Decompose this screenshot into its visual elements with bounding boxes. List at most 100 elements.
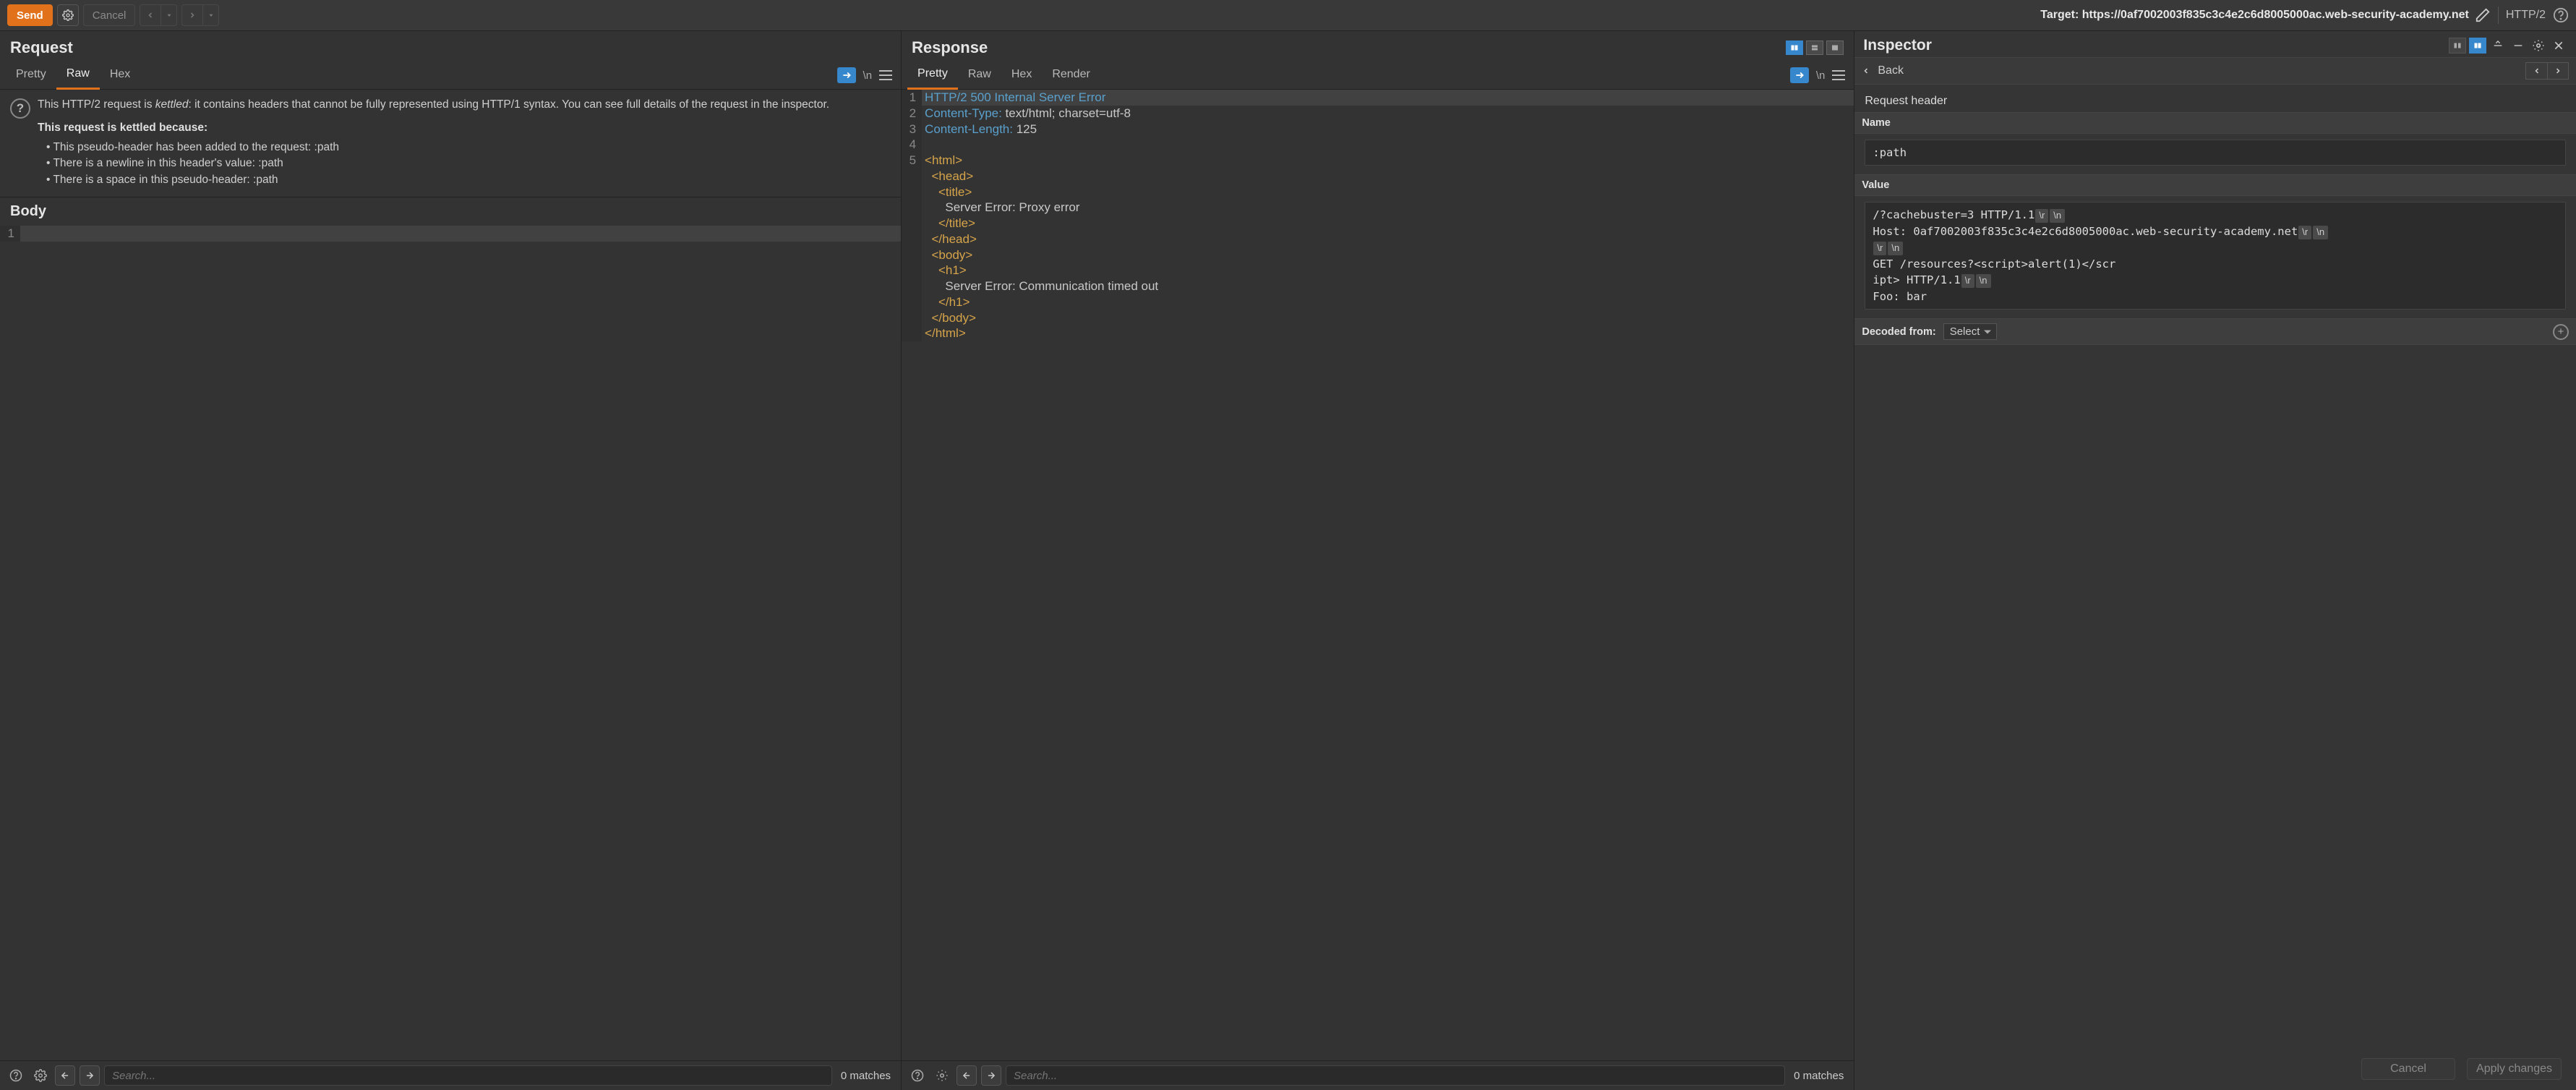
- name-input[interactable]: :path: [1865, 140, 2566, 166]
- tab-pretty[interactable]: Pretty: [6, 62, 56, 88]
- kettled-info: ? This HTTP/2 request is kettled: it con…: [0, 90, 901, 197]
- request-search-matches: 0 matches: [836, 1070, 895, 1082]
- caret-down-icon: [207, 12, 215, 19]
- layout-tabbed-button[interactable]: [1826, 41, 1844, 55]
- arrow-action-icon: [841, 70, 852, 80]
- help-button[interactable]: [907, 1065, 928, 1086]
- target-label: Target: https://0af7002003f835c3c4e2c6d8…: [2040, 9, 2469, 22]
- inspector-panel: Inspector Back Request header: [1854, 31, 2576, 1090]
- columns-icon: [2473, 41, 2483, 50]
- help-button[interactable]: [2553, 7, 2569, 23]
- help-circle-icon: [911, 1069, 924, 1082]
- actions-button[interactable]: [837, 67, 856, 83]
- response-footer: 0 matches: [902, 1060, 1854, 1090]
- editor-menu-button[interactable]: [1832, 69, 1845, 82]
- edit-target-button[interactable]: [2475, 7, 2491, 23]
- search-prev-button[interactable]: [55, 1065, 75, 1086]
- inspector-settings-button[interactable]: [2530, 38, 2547, 54]
- history-back-menu-button: [161, 4, 177, 26]
- history-back-button: [140, 4, 161, 26]
- arrow-right-icon: [85, 1070, 95, 1081]
- editor-menu-button[interactable]: [879, 69, 892, 82]
- top-toolbar: Send Cancel Target: https://0af7002003f8…: [0, 0, 2576, 31]
- tab-render[interactable]: Render: [1042, 62, 1100, 88]
- inspector-close-button[interactable]: [2550, 38, 2567, 54]
- gear-icon: [936, 1069, 949, 1082]
- name-header: Name: [1854, 112, 2576, 134]
- inspector-apply-button[interactable]: Apply changes: [2467, 1058, 2562, 1080]
- tab-hex[interactable]: Hex: [1001, 62, 1042, 88]
- inspector-layout-1-button[interactable]: [2449, 38, 2466, 54]
- search-prev-button[interactable]: [957, 1065, 977, 1086]
- inspector-back-button[interactable]: Back: [1862, 64, 1904, 77]
- chevron-right-icon: [2554, 66, 2562, 76]
- layout-stacked-button[interactable]: [1806, 41, 1823, 55]
- help-circle-icon: [9, 1069, 22, 1082]
- gear-icon: [62, 9, 74, 21]
- response-title: Response: [912, 38, 1786, 57]
- inspector-cancel-button[interactable]: Cancel: [2361, 1058, 2455, 1080]
- send-options-button[interactable]: [57, 4, 79, 26]
- help-circle-icon: [2553, 7, 2569, 23]
- inspector-section-label: Request header: [1865, 92, 2566, 112]
- search-next-button[interactable]: [981, 1065, 1001, 1086]
- gear-icon: [34, 1069, 47, 1082]
- actions-button[interactable]: [1790, 67, 1809, 83]
- help-button[interactable]: [6, 1065, 26, 1086]
- chevron-right-icon: [188, 11, 197, 20]
- decoded-from-row: Decoded from: Select +: [1854, 318, 2576, 345]
- kettle-reason: There is a newline in this header's valu…: [38, 156, 829, 171]
- response-panel: Response PrettyRawHexRender \n 1HTTP/2 5: [902, 31, 1854, 1090]
- layout-side-by-side-button[interactable]: [1786, 41, 1803, 55]
- caret-down-icon: [166, 12, 173, 19]
- search-next-button[interactable]: [80, 1065, 100, 1086]
- history-forward-button: [181, 4, 203, 26]
- collapse-button[interactable]: [2509, 38, 2527, 54]
- gear-icon: [2532, 39, 2545, 52]
- tab-raw[interactable]: Raw: [56, 61, 100, 90]
- tab-hex[interactable]: Hex: [100, 62, 140, 88]
- request-footer: 0 matches: [0, 1060, 901, 1090]
- chevron-left-icon: [1862, 66, 1870, 76]
- protocol-label[interactable]: HTTP/2: [2503, 9, 2549, 22]
- request-search-input[interactable]: [104, 1065, 832, 1086]
- history-forward-menu-button: [203, 4, 219, 26]
- tab-raw[interactable]: Raw: [958, 62, 1001, 88]
- value-input[interactable]: /?cachebuster=3 HTTP/1.1\r\nHost: 0af700…: [1865, 202, 2566, 310]
- collapse-icon: [2512, 40, 2524, 51]
- inspector-prev-button[interactable]: [2525, 62, 2547, 80]
- pencil-icon: [2475, 7, 2491, 23]
- layout-toggle: [1786, 41, 1844, 55]
- request-tabs: PrettyRawHex \n: [0, 61, 901, 90]
- cancel-button: Cancel: [83, 4, 136, 26]
- arrow-action-icon: [1794, 70, 1805, 80]
- square-icon: [1830, 43, 1840, 52]
- response-search-matches: 0 matches: [1789, 1070, 1848, 1082]
- arrow-left-icon: [60, 1070, 70, 1081]
- columns-icon: [2452, 41, 2462, 50]
- columns-icon: [1789, 43, 1800, 52]
- rows-icon: [1810, 43, 1820, 52]
- chevron-left-icon: [2533, 66, 2541, 76]
- value-header: Value: [1854, 174, 2576, 196]
- request-body-editor[interactable]: 1: [0, 226, 901, 1060]
- help-circle-icon: ?: [10, 98, 30, 119]
- add-decoding-button[interactable]: +: [2553, 324, 2569, 340]
- settings-button[interactable]: [932, 1065, 952, 1086]
- newline-button[interactable]: \n: [863, 69, 873, 82]
- request-title: Request: [10, 38, 891, 57]
- decoded-from-label: Decoded from:: [1862, 326, 1935, 338]
- send-button[interactable]: Send: [7, 4, 53, 26]
- expand-button[interactable]: [2489, 38, 2507, 54]
- tab-pretty[interactable]: Pretty: [907, 61, 958, 90]
- request-panel: Request PrettyRawHex \n ? This HTTP/2 re…: [0, 31, 902, 1090]
- arrow-right-icon: [986, 1070, 996, 1081]
- response-search-input[interactable]: [1006, 1065, 1785, 1086]
- newline-button[interactable]: \n: [1816, 69, 1826, 82]
- decoded-from-select[interactable]: Select: [1943, 323, 1997, 340]
- inspector-layout-2-button[interactable]: [2469, 38, 2486, 54]
- settings-button[interactable]: [30, 1065, 51, 1086]
- response-viewer[interactable]: 1HTTP/2 500 Internal Server Error2Conten…: [902, 90, 1854, 1060]
- body-section-title: Body: [0, 197, 901, 226]
- inspector-next-button[interactable]: [2547, 62, 2569, 80]
